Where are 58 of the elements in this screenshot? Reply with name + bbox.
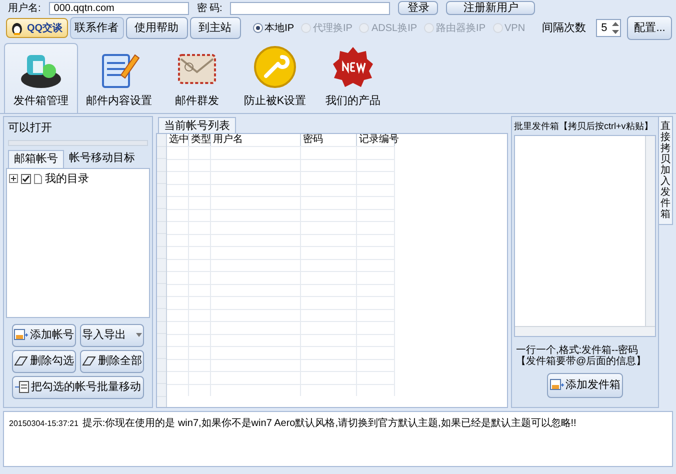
radio-label: 代理换IP bbox=[313, 22, 352, 36]
add-image-icon bbox=[550, 379, 564, 391]
ribbon-tab[interactable]: 邮件内容设置 bbox=[82, 43, 156, 113]
panel-button[interactable]: 导入导出 bbox=[80, 324, 144, 346]
vertical-scrollbar[interactable] bbox=[645, 136, 655, 326]
log-message: 提示:你现在使用的是 win7,如果你不是win7 Aero默认风格,请切换到官方默认主题,如果已经是默认主题可以忽略!! bbox=[82, 416, 576, 431]
column-header[interactable]: 类型 bbox=[189, 134, 211, 146]
list-tab[interactable]: 当前帐号列表 bbox=[158, 117, 236, 133]
panel-button[interactable]: 删除全部 bbox=[80, 350, 144, 372]
add-outbox-button[interactable]: 添加发件箱 bbox=[547, 372, 623, 398]
panel-tab[interactable]: 帐号移动目标 bbox=[64, 150, 140, 168]
panel-button[interactable]: 删除勾选 bbox=[12, 350, 76, 372]
panel-title: 可以打开 bbox=[7, 121, 53, 136]
password-label: 密 码: bbox=[196, 2, 222, 16]
expand-toggle[interactable] bbox=[9, 174, 18, 184]
ribbon-tab[interactable]: 发件箱管理 bbox=[4, 43, 78, 113]
column-header[interactable]: 选中 bbox=[167, 134, 189, 146]
new-badge-icon bbox=[331, 44, 375, 88]
tree-item[interactable]: 我的目录 bbox=[45, 170, 89, 187]
password-field[interactable] bbox=[230, 2, 390, 14]
radio-label: ADSL换IP bbox=[371, 22, 418, 36]
panel-tab[interactable]: 邮箱帐号 bbox=[8, 150, 64, 168]
add-image-icon bbox=[14, 329, 28, 341]
penguin-icon bbox=[11, 22, 23, 34]
horizontal-scrollbar[interactable] bbox=[515, 326, 655, 336]
username-field[interactable]: 000.qqtn.com bbox=[48, 2, 189, 14]
spin-arrows-icon bbox=[611, 20, 620, 36]
radio-label: 路由器换IP bbox=[436, 22, 486, 36]
format-hint: 一行一个,格式:发件箱--密码【发件箱要带@后面的信息】 bbox=[515, 344, 648, 366]
log-time: 20150304-15:37:21 bbox=[9, 418, 78, 430]
radio-label: VPN bbox=[504, 22, 526, 36]
batch-box-label: 批里发件箱【拷贝后按ctrl+v粘贴】 bbox=[514, 120, 654, 133]
username-label: 用户名: bbox=[8, 2, 41, 16]
side-tab[interactable]: 直接拷贝加入发件箱 bbox=[659, 116, 673, 225]
panel-button[interactable]: 把勾选的帐号批量移动 bbox=[12, 376, 144, 398]
interval-label: 间隔次数 bbox=[542, 20, 586, 36]
move-list-icon bbox=[15, 381, 29, 393]
eraser-icon bbox=[14, 356, 28, 366]
caret-icon bbox=[136, 333, 142, 337]
register-button[interactable]: 注册新用户 bbox=[446, 1, 536, 15]
checkbox[interactable] bbox=[21, 174, 31, 184]
radio-label: 本地IP bbox=[264, 22, 294, 36]
ribbon-tab[interactable]: 我们的产品 bbox=[316, 43, 390, 113]
qq-chat-button[interactable]: QQ交谈 bbox=[6, 18, 68, 38]
toolbar-button[interactable]: 使用帮助 bbox=[126, 17, 188, 39]
wrench-icon bbox=[253, 44, 297, 88]
contact-button[interactable]: 联系作者 bbox=[70, 17, 124, 39]
radio-button[interactable] bbox=[252, 23, 263, 33]
document-icon bbox=[34, 174, 42, 184]
eraser-icon bbox=[82, 356, 96, 366]
toolbar-button[interactable]: 到主站 bbox=[190, 17, 241, 39]
ribbon-tab[interactable]: 防止被K设置 bbox=[238, 43, 312, 113]
config-button[interactable]: 配置... bbox=[627, 16, 672, 40]
batch-text-area[interactable] bbox=[514, 134, 656, 336]
panel-button[interactable]: 添加帐号 bbox=[12, 324, 76, 346]
ribbon-tab[interactable]: 邮件群发 bbox=[160, 43, 234, 113]
interval-spinner[interactable]: 5 bbox=[596, 19, 622, 37]
login-button[interactable]: 登录 bbox=[398, 1, 438, 15]
